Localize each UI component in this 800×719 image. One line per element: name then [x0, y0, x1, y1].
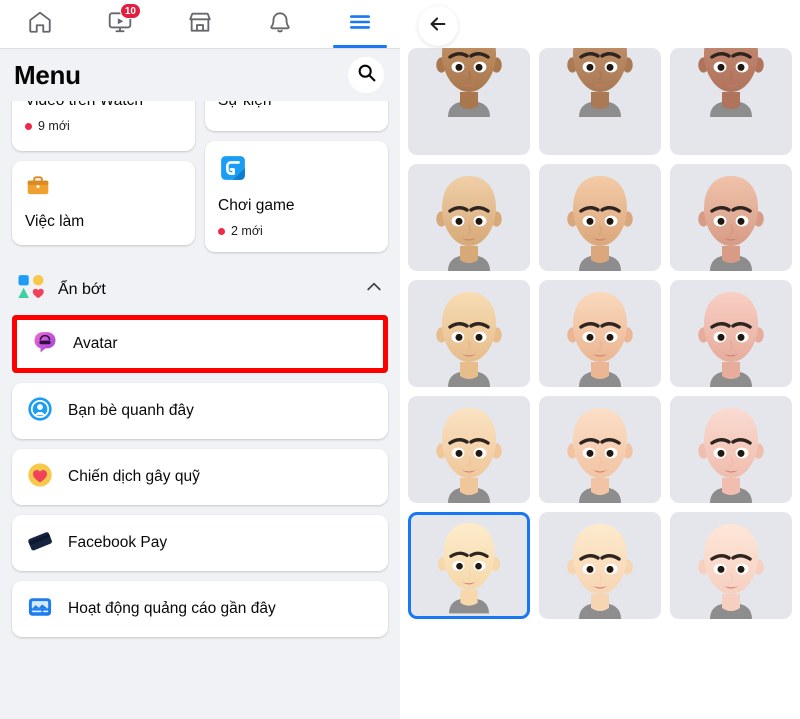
menu-card-badge: 2 mới: [218, 224, 375, 238]
nav-tab-video[interactable]: 10: [89, 0, 151, 48]
facebook-menu-panel: 10 Menu 9 mới Việc làm Chơi game 2 mới Ẩ…: [0, 0, 400, 719]
chevron-up-icon[interactable]: [364, 277, 384, 302]
new-dot-icon: [25, 122, 32, 130]
avatar-option[interactable]: [670, 164, 792, 271]
recent-ad-activity-icon: [26, 593, 54, 626]
menu-card-title: Việc làm: [25, 213, 85, 230]
avatar-option[interactable]: [408, 512, 530, 619]
menu-row-avatar[interactable]: Avatar: [12, 315, 388, 374]
menu-row-recent-ad-activity[interactable]: Hoạt động quảng cáo gần đây: [12, 581, 388, 638]
menu-icon: [347, 9, 373, 40]
menu-row-fundraiser[interactable]: Chiến dịch gây quỹ: [12, 449, 388, 506]
menu-card-title: Sự kiện: [218, 101, 375, 110]
briefcase-icon: [25, 173, 182, 204]
menu-card-badge: 9 mới: [25, 119, 182, 133]
see-less-section-header[interactable]: Ẩn bớt: [12, 264, 388, 315]
avatar-face: [567, 292, 633, 387]
avatar-face: [698, 524, 764, 619]
gamepad-icon: [218, 153, 375, 188]
home-icon: [27, 9, 53, 40]
notifications-icon: [267, 9, 293, 40]
avatar-option[interactable]: [539, 280, 661, 387]
avatar-face: [698, 292, 764, 387]
page-title: Menu: [14, 59, 81, 90]
back-arrow-icon: [427, 13, 449, 40]
menu-card-title: Chơi game: [218, 197, 295, 214]
menu-card-badge-label: 9 mới: [38, 119, 70, 134]
avatar-face: [436, 408, 502, 503]
avatar-picker-panel: SUPPERCLEAN.VN Tiếp: [400, 0, 800, 719]
avatar-face: [436, 48, 502, 117]
new-dot-icon: [218, 227, 225, 235]
marketplace-icon: [187, 9, 213, 40]
facebook-pay-icon: [26, 527, 54, 560]
top-navigation-bar: 10: [0, 0, 400, 48]
menu-row-label: Bạn bè quanh đây: [68, 402, 194, 420]
section-title: Ẩn bớt: [58, 280, 106, 298]
menu-card-play-games[interactable]: Chơi game 2 mới: [205, 141, 388, 253]
menu-card-title: Video trên Watch: [25, 101, 182, 110]
menu-row-label: Chiến dịch gây quỹ: [68, 468, 200, 486]
avatar-option[interactable]: [539, 48, 661, 155]
avatar-option[interactable]: [670, 280, 792, 387]
menu-row-label: Avatar: [73, 335, 118, 353]
menu-scroll-area[interactable]: Video trên Watch 9 mới: [0, 101, 400, 719]
avatar-option[interactable]: [670, 48, 792, 155]
nav-tab-home[interactable]: [9, 0, 71, 48]
avatar-option[interactable]: [670, 396, 792, 503]
menu-card-events[interactable]: Sự kiện: [205, 101, 388, 131]
avatar-face: [567, 48, 633, 117]
back-button[interactable]: [418, 6, 458, 46]
avatar-option[interactable]: [408, 48, 530, 155]
avatar-face: [567, 408, 633, 503]
avatar-option[interactable]: [539, 396, 661, 503]
menu-card-badge-label: 2 mới: [231, 224, 263, 239]
avatar-face: [698, 176, 764, 271]
avatar-option[interactable]: [539, 164, 661, 271]
video-badge: 10: [119, 3, 141, 19]
fundraiser-icon: [26, 461, 54, 494]
nearby-friends-icon: [26, 395, 54, 428]
menu-row-nearby-friends[interactable]: Bạn bè quanh đây: [12, 383, 388, 440]
avatar-face: [698, 408, 764, 503]
avatar-option[interactable]: [408, 396, 530, 503]
avatar-option[interactable]: [670, 512, 792, 619]
avatar-face: [567, 176, 633, 271]
avatar-face: [436, 292, 502, 387]
avatar-option[interactable]: [408, 280, 530, 387]
nav-tab-marketplace[interactable]: [169, 0, 231, 48]
nav-tab-notifications[interactable]: [249, 0, 311, 48]
shapes-icon: [16, 272, 46, 307]
menu-header: Menu: [0, 49, 400, 101]
nav-tab-menu[interactable]: [329, 0, 391, 48]
avatar-icon: [31, 328, 59, 361]
menu-card-grid: Video trên Watch 9 mới: [12, 101, 388, 262]
search-button[interactable]: [348, 57, 384, 93]
search-icon: [356, 62, 377, 88]
screen: 10 Menu 9 mới Việc làm Chơi game 2 mới Ẩ…: [0, 0, 800, 719]
menu-row-label: Hoạt động quảng cáo gần đây: [68, 600, 276, 618]
avatar-option[interactable]: [408, 164, 530, 271]
avatar-face: [437, 523, 501, 614]
menu-row-label: Facebook Pay: [68, 534, 168, 552]
menu-card-column-right: Sự kiện Chơi game: [205, 101, 388, 262]
menu-card-column-left: Video trên Watch 9 mới: [12, 101, 195, 262]
avatar-skin-tone-grid[interactable]: [408, 48, 796, 619]
avatar-option[interactable]: [539, 512, 661, 619]
avatar-face: [436, 176, 502, 271]
menu-row-facebook-pay[interactable]: Facebook Pay: [12, 515, 388, 572]
avatar-face: [698, 48, 764, 117]
avatar-face: [567, 524, 633, 619]
menu-card-jobs[interactable]: Việc làm: [12, 161, 195, 246]
menu-card-video-watch[interactable]: Video trên Watch 9 mới: [12, 101, 195, 151]
